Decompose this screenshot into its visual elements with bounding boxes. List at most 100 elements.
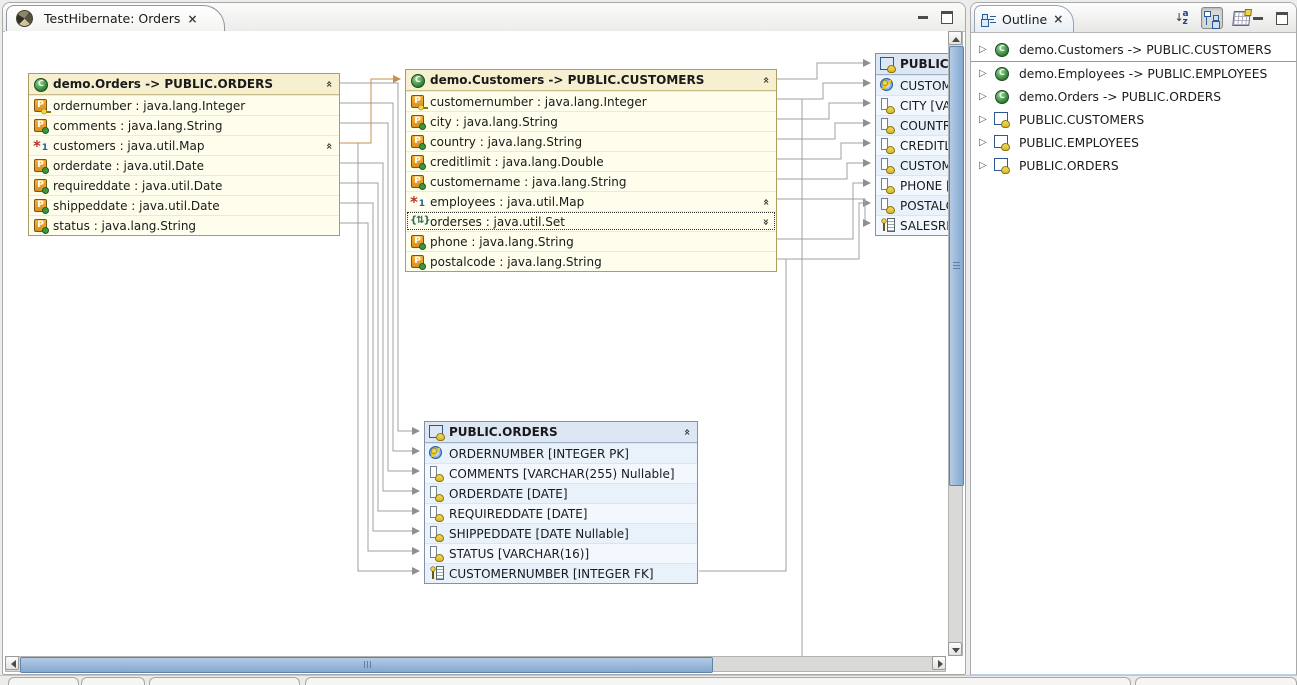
entity-row[interactable]: CUSTOMERNUM	[876, 75, 948, 95]
entity-demo-customers[interactable]: demo.Customers -> PUBLIC.CUSTOMERScustom…	[405, 69, 777, 272]
entity-row[interactable]: CUSTOMERNUMBER [INTEGER FK]	[425, 563, 697, 583]
scroll-up-button[interactable]	[948, 31, 962, 45]
outline-item[interactable]: demo.Employees -> PUBLIC.EMPLOYEES	[971, 62, 1296, 85]
horizontal-scroll-thumb[interactable]	[20, 657, 713, 673]
scroll-left-button[interactable]	[5, 656, 19, 670]
outline-tab[interactable]: Outline ×	[974, 5, 1074, 32]
table-lexical-icon-button[interactable]	[1230, 7, 1252, 29]
entity-row[interactable]: COMMENTS [VARCHAR(255) Nullable]	[425, 463, 697, 483]
many-to-one-icon	[410, 194, 426, 209]
row-label: creditlimit : java.lang.Double	[430, 155, 604, 169]
outline-item[interactable]: demo.Customers -> PUBLIC.CUSTOMERS	[971, 38, 1296, 62]
entity-row[interactable]: requireddate : java.util.Date	[29, 175, 339, 195]
entity-row[interactable]: ORDERNUMBER [INTEGER PK]	[425, 443, 697, 463]
entity-row[interactable]: COUNTRY [V	[876, 115, 948, 135]
minimized-view-tab[interactable]	[8, 677, 79, 685]
maximize-icon[interactable]	[941, 11, 953, 24]
collection-icon	[410, 214, 426, 229]
entity-row[interactable]: comments : java.lang.String	[29, 115, 339, 135]
property-icon	[410, 134, 426, 149]
property-icon	[33, 178, 49, 193]
horizontal-scrollbar[interactable]	[5, 656, 946, 672]
expand-triangle-icon[interactable]	[979, 45, 989, 55]
row-label: POSTALCOD	[900, 199, 948, 213]
entity-row[interactable]: creditlimit : java.lang.Double	[406, 151, 776, 171]
entity-header[interactable]: demo.Orders -> PUBLIC.ORDERS	[29, 74, 339, 95]
entity-row[interactable]: orderdate : java.util.Date	[29, 155, 339, 175]
entity-row[interactable]: phone : java.lang.String	[406, 231, 776, 251]
row-label: PHONE [VAR	[900, 179, 948, 193]
expand-triangle-icon[interactable]	[979, 138, 989, 148]
entity-public-orders[interactable]: PUBLIC.ORDERSORDERNUMBER [INTEGER PK]COM…	[424, 421, 698, 584]
entity-row[interactable]: POSTALCOD	[876, 195, 948, 215]
minimized-view-tab[interactable]	[81, 677, 145, 685]
minimized-view-tab[interactable]	[305, 677, 1131, 685]
scroll-right-button[interactable]	[932, 656, 946, 670]
entity-row[interactable]: REQUIREDDATE [DATE]	[425, 503, 697, 523]
entity-row[interactable]: SALESREPE	[876, 215, 948, 235]
entity-row[interactable]: city : java.lang.String	[406, 111, 776, 131]
entity-row[interactable]: shippeddate : java.util.Date	[29, 195, 339, 215]
outline-item[interactable]: demo.Orders -> PUBLIC.ORDERS	[971, 85, 1296, 108]
column-icon	[429, 546, 445, 561]
collapse-chevron-icon[interactable]	[760, 74, 772, 86]
collapse-chevron-icon[interactable]	[681, 426, 693, 438]
collapse-chevron-icon[interactable]	[760, 196, 772, 208]
close-icon[interactable]: ×	[187, 13, 197, 25]
row-label: status : java.lang.String	[53, 219, 196, 233]
diagram-canvas[interactable]: demo.Orders -> PUBLIC.ORDERSordernumber …	[5, 31, 948, 656]
entity-row[interactable]: customers : java.util.Map	[29, 135, 339, 155]
entity-row[interactable]: ordernumber : java.lang.Integer	[29, 95, 339, 115]
outline-item[interactable]: PUBLIC.ORDERS	[971, 154, 1296, 177]
entity-row[interactable]: postalcode : java.lang.String	[406, 251, 776, 271]
minimized-view-tab[interactable]	[1135, 677, 1297, 685]
vertical-scroll-thumb[interactable]	[949, 46, 964, 486]
entity-row[interactable]: customername : java.lang.String	[406, 171, 776, 191]
editor-tab[interactable]: TestHibernate: Orders ×	[6, 5, 225, 31]
row-label: phone : java.lang.String	[430, 235, 574, 249]
vertical-scrollbar[interactable]	[948, 31, 963, 656]
column-icon	[429, 506, 445, 521]
column-icon	[880, 138, 896, 153]
editor-tab-bar: TestHibernate: Orders ×	[3, 3, 965, 32]
expand-triangle-icon[interactable]	[979, 161, 989, 171]
entity-header[interactable]: PUBLIC.CUSTOMERS	[876, 54, 948, 75]
close-icon[interactable]: ×	[1053, 13, 1063, 25]
scroll-down-button[interactable]	[948, 642, 962, 656]
column-icon	[880, 118, 896, 133]
entity-header[interactable]: PUBLIC.ORDERS	[425, 422, 697, 443]
entity-row[interactable]: STATUS [VARCHAR(16)]	[425, 543, 697, 563]
entity-row[interactable]: employees : java.util.Map	[406, 191, 776, 211]
entity-row[interactable]: CUSTOMERN	[876, 155, 948, 175]
minimize-icon[interactable]	[1253, 17, 1263, 24]
outline-header: Outline ×	[971, 3, 1296, 33]
connector-line	[775, 123, 870, 139]
entity-row[interactable]: ORDERDATE [DATE]	[425, 483, 697, 503]
entity-public-customers[interactable]: PUBLIC.CUSTOMERSCUSTOMERNUMCITY [VARCHCO…	[875, 53, 948, 236]
outline-item[interactable]: PUBLIC.EMPLOYEES	[971, 131, 1296, 154]
expand-triangle-icon[interactable]	[979, 69, 989, 79]
collapse-chevron-icon[interactable]	[323, 140, 335, 152]
minimize-icon[interactable]	[918, 16, 928, 23]
expand-triangle-icon[interactable]	[979, 115, 989, 125]
minimized-view-tab[interactable]	[149, 677, 300, 685]
outline-item[interactable]: PUBLIC.CUSTOMERS	[971, 108, 1296, 131]
property-icon	[410, 174, 426, 189]
entity-row[interactable]: status : java.lang.String	[29, 215, 339, 235]
entity-row[interactable]: orderses : java.util.Set	[406, 211, 776, 231]
entity-row[interactable]: SHIPPEDDATE [DATE Nullable]	[425, 523, 697, 543]
expand-chevron-icon[interactable]	[760, 216, 772, 228]
entity-demo-orders[interactable]: demo.Orders -> PUBLIC.ORDERSordernumber …	[28, 73, 340, 236]
sort-az-icon-button[interactable]	[1172, 7, 1194, 29]
entity-row[interactable]: country : java.lang.String	[406, 131, 776, 151]
expand-triangle-icon[interactable]	[979, 92, 989, 102]
entity-header[interactable]: demo.Customers -> PUBLIC.CUSTOMERS	[406, 70, 776, 91]
entity-row[interactable]: CITY [VARCH	[876, 95, 948, 115]
column-icon	[880, 98, 896, 113]
maximize-icon[interactable]	[1276, 12, 1288, 25]
collapse-chevron-icon[interactable]	[323, 78, 335, 90]
entity-row[interactable]: PHONE [VAR	[876, 175, 948, 195]
entity-row[interactable]: customernumber : java.lang.Integer	[406, 91, 776, 111]
tree-layout-icon-button[interactable]	[1201, 7, 1223, 29]
entity-row[interactable]: CREDITLIMIT	[876, 135, 948, 155]
